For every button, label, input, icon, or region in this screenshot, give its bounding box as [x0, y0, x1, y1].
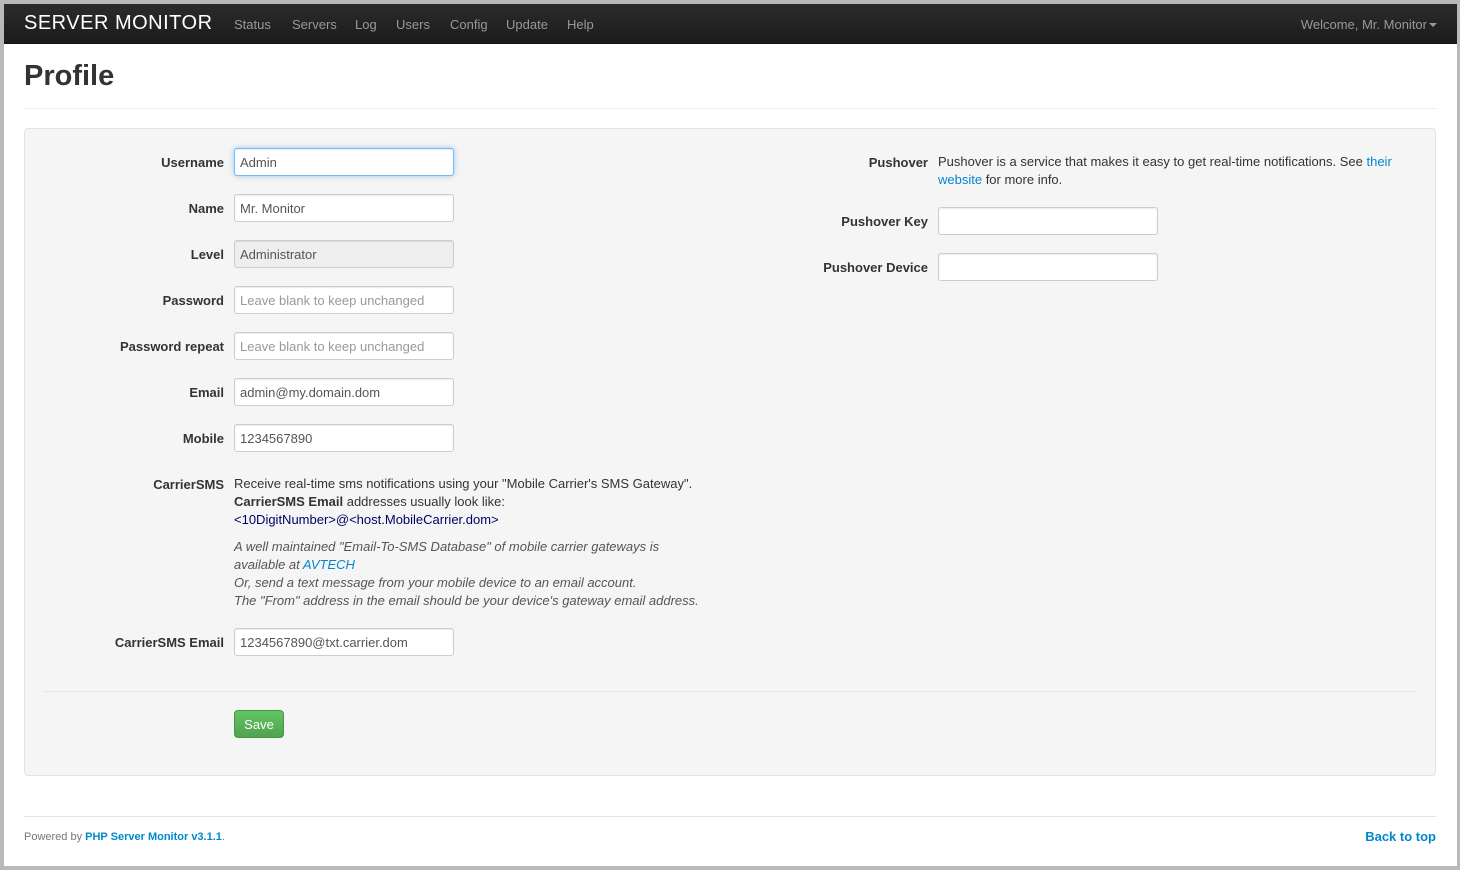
- carriersms-note4: The "From" address in the email should b…: [234, 593, 699, 608]
- mobile-input[interactable]: [234, 424, 454, 452]
- brand-logo[interactable]: SERVER MONITOR: [24, 12, 213, 35]
- username-label: Username: [161, 155, 224, 170]
- carriersms-note2: available at AVTECH: [234, 556, 754, 574]
- nav-help[interactable]: Help: [567, 17, 594, 32]
- save-button[interactable]: Save: [234, 710, 284, 738]
- username-input[interactable]: [234, 148, 454, 176]
- pushover-device-input[interactable]: [938, 253, 1158, 281]
- form-actions-divider: [44, 691, 1416, 692]
- pushover-label: Pushover: [868, 155, 928, 170]
- carriersms-email-input[interactable]: [234, 628, 454, 656]
- nav-log[interactable]: Log: [355, 17, 377, 32]
- pushover-website-link[interactable]: website: [938, 172, 982, 187]
- pushover-key-input[interactable]: [938, 207, 1158, 235]
- nav-update[interactable]: Update: [506, 17, 548, 32]
- pushover-description: Pushover is a service that makes it easy…: [938, 153, 1408, 189]
- carriersms-email-bold: CarrierSMS Email: [234, 494, 344, 509]
- level-field: [234, 240, 454, 268]
- pushover-their-link[interactable]: their: [1366, 154, 1391, 169]
- password-repeat-input[interactable]: [234, 332, 454, 360]
- carriersms-line1: Receive real-time sms notifications usin…: [234, 476, 693, 491]
- email-input[interactable]: [234, 378, 454, 406]
- carriersms-example: <10DigitNumber>@<host.MobileCarrier.dom>: [234, 512, 499, 527]
- top-navbar: SERVER MONITOR Status Servers Log Users …: [4, 4, 1457, 44]
- nav-config[interactable]: Config: [450, 17, 488, 32]
- carriersms-note3: Or, send a text message from your mobile…: [234, 575, 637, 590]
- title-divider: [24, 108, 1436, 109]
- chevron-down-icon[interactable]: [1429, 23, 1437, 27]
- name-input[interactable]: [234, 194, 454, 222]
- footer-divider: [24, 816, 1436, 817]
- page-title: Profile: [24, 60, 115, 92]
- level-label: Level: [190, 247, 224, 262]
- mobile-label: Mobile: [182, 431, 224, 446]
- user-menu[interactable]: Welcome, Mr. Monitor: [1301, 17, 1427, 32]
- carriersms-note: A well maintained "Email-To-SMS Database…: [234, 538, 754, 610]
- email-label: Email: [189, 385, 224, 400]
- app-version-link[interactable]: PHP Server Monitor v3.1.1: [85, 831, 222, 843]
- footer-period: .: [221, 831, 225, 843]
- carriersms-line2-rest: addresses usually look like:: [343, 494, 505, 509]
- pushover-text1: Pushover is a service that makes it easy…: [938, 154, 1367, 169]
- password-input[interactable]: [234, 286, 454, 314]
- back-to-top-link[interactable]: Back to top: [1365, 829, 1436, 844]
- carriersms-email-label: CarrierSMS Email: [114, 635, 224, 650]
- pushover-device-label: Pushover Device: [823, 260, 928, 275]
- carriersms-note1: A well maintained "Email-To-SMS Database…: [234, 539, 660, 554]
- profile-form-panel: [24, 128, 1436, 776]
- carriersms-description: Receive real-time sms notifications usin…: [234, 475, 754, 529]
- footer-credit: Powered by PHP Server Monitor v3.1.1.: [24, 831, 225, 843]
- pushover-text2: for more info.: [982, 172, 1063, 187]
- powered-by-text: Powered by: [24, 831, 86, 843]
- pushover-key-label: Pushover Key: [841, 214, 928, 229]
- nav-servers[interactable]: Servers: [292, 17, 337, 32]
- avtech-link[interactable]: AVTECH: [303, 557, 355, 572]
- carriersms-label: CarrierSMS: [153, 477, 224, 492]
- carriersms-line2: CarrierSMS Email addresses usually look …: [234, 493, 754, 511]
- name-label: Name: [188, 201, 224, 216]
- carriersms-note2-pre: available at: [234, 557, 303, 572]
- password-repeat-label: Password repeat: [119, 339, 224, 354]
- password-label: Password: [162, 293, 224, 308]
- nav-status[interactable]: Status: [234, 17, 271, 32]
- nav-users[interactable]: Users: [396, 17, 430, 32]
